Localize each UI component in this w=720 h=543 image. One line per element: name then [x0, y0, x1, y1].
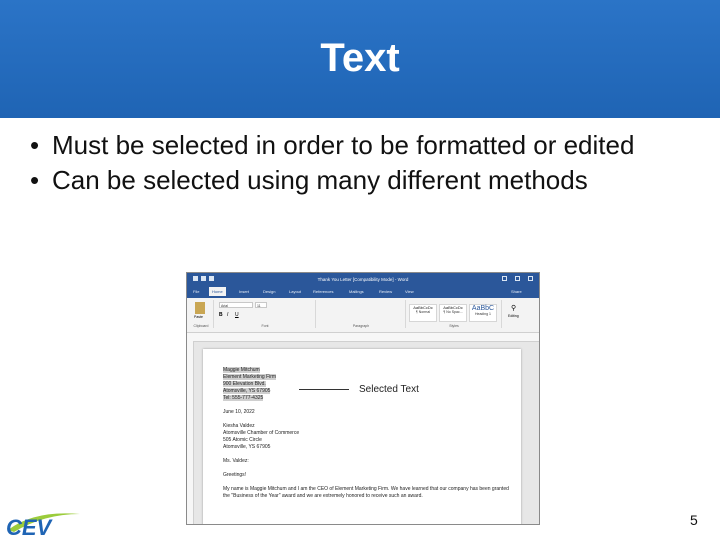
horizontal-ruler [187, 333, 539, 342]
bullet-item: Can be selected using many different met… [30, 163, 710, 198]
window-controls [494, 276, 533, 282]
svg-text:CEV: CEV [6, 515, 54, 538]
tab-mailings: Mailings [349, 289, 364, 294]
tab-design: Design [263, 289, 276, 294]
style-heading-1: AaBbC Heading 1 [469, 304, 497, 322]
document-page: Maggie Mitchum Element Marketing Firm 90… [203, 349, 521, 524]
bullet-list: Must be selected in order to be formatte… [30, 128, 710, 198]
salutation: Ms. Valdez: [223, 458, 249, 464]
style-no-spacing: AaBbCcDc ¶ No Spac... [439, 304, 467, 322]
selected-line: 900 Elevation Blvd. [223, 381, 266, 387]
editing-label: Editing [508, 314, 519, 318]
recipient-line: Kiesha Valdez [223, 423, 255, 429]
tab-layout: Layout [289, 289, 302, 294]
group-label: Clipboard [193, 324, 209, 328]
letter-body: My name is Maggie Mitchum and I am the C… [223, 486, 509, 499]
window-title: Thank You Letter [Compatibility Mode] - … [317, 277, 409, 282]
vertical-ruler [187, 341, 194, 524]
group-label: Paragraph [352, 324, 370, 328]
selected-line: Maggie Mitchum [223, 367, 260, 373]
paste-label: Paste [194, 315, 203, 319]
group-label: Styles [449, 324, 459, 328]
selected-line: Atomsville, YS 67905 [223, 388, 271, 394]
font-group: Arial 11 B I U Font [215, 300, 316, 328]
share-button: Share [511, 289, 522, 294]
tab-home: Home [209, 287, 226, 296]
selected-line: Element Marketing Firm [223, 374, 277, 380]
callout-line [299, 389, 349, 390]
bold-icon: B [219, 312, 223, 318]
paste-icon [195, 302, 205, 314]
tab-review: Review [379, 289, 393, 294]
underline-icon: U [235, 312, 239, 318]
ribbon: Paste Clipboard Arial 11 B I U Font Para… [187, 298, 539, 333]
group-label: Font [261, 324, 269, 328]
tab-references: References [313, 289, 334, 294]
selected-text-callout: Selected Text [359, 384, 419, 395]
word-screenshot: Thank You Letter [Compatibility Mode] - … [186, 272, 540, 525]
slide-title: Text [320, 36, 400, 80]
clipboard-group: Paste Clipboard [189, 300, 214, 328]
tab-file: File [193, 289, 200, 294]
ribbon-tabs: File Home Insert Design Layout Reference… [187, 286, 539, 298]
styles-group: AaBbCcDc ¶ Normal AaBbCcDc ¶ No Spac... Aa… [407, 300, 502, 328]
slide-header: Text [0, 0, 720, 118]
recipient-line: 505 Atomic Circle [223, 437, 262, 443]
bullet-item: Must be selected in order to be formatte… [30, 128, 710, 163]
letter-date: June 10, 2022 [223, 409, 255, 415]
font-name-select: Arial [219, 302, 253, 308]
word-title-bar: Thank You Letter [Compatibility Mode] - … [187, 273, 539, 286]
search-icon: ⚲ [511, 305, 517, 312]
minimize-icon [502, 276, 507, 281]
paragraph-group: Paragraph [317, 300, 406, 328]
page-number: 5 [690, 512, 698, 528]
maximize-icon [515, 276, 520, 281]
recipient-line: Atomsville, YS 67905 [223, 444, 271, 450]
close-icon [528, 276, 533, 281]
recipient-line: Atomsville Chamber of Commerce [223, 430, 300, 436]
cev-logo: CEV [4, 508, 84, 540]
style-normal: AaBbCcDc ¶ Normal [409, 304, 437, 322]
editing-group: ⚲ Editing [503, 300, 535, 328]
font-size-select: 11 [255, 302, 267, 308]
tab-insert: Insert [239, 289, 250, 294]
selected-line: Tel: 555-777-4325 [223, 395, 264, 401]
greeting: Greetings! [223, 472, 247, 478]
tab-view: View [405, 289, 414, 294]
italic-icon: I [227, 312, 229, 318]
